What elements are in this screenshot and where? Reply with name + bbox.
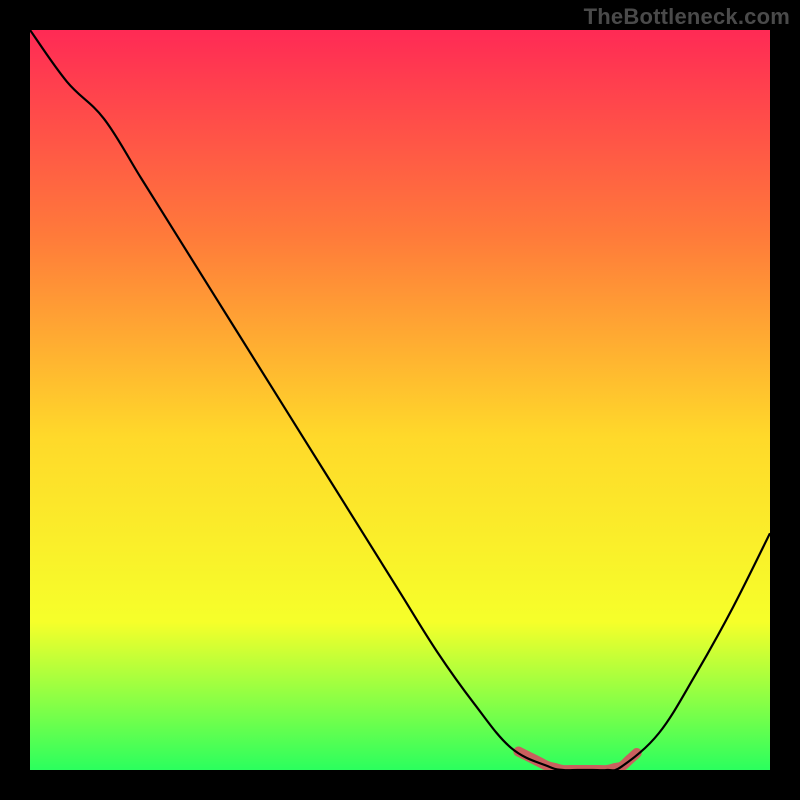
watermark-text: TheBottleneck.com: [584, 4, 790, 30]
chart-stage: TheBottleneck.com: [0, 0, 800, 800]
plot-area: [30, 30, 770, 770]
chart-svg: [30, 30, 770, 770]
gradient-background: [30, 30, 770, 770]
